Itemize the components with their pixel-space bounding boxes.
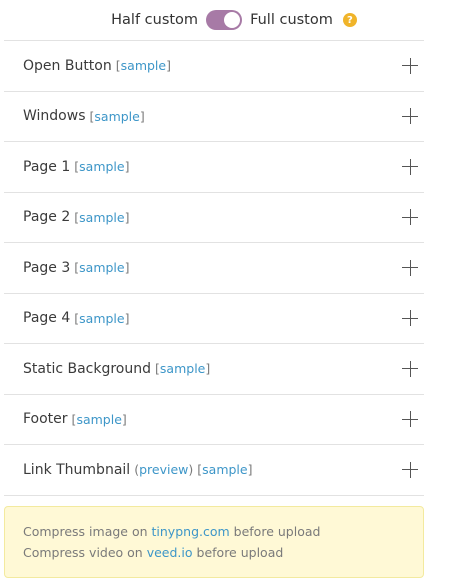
plus-icon[interactable]: [402, 259, 418, 276]
sample-link-wrap: [sample]: [74, 159, 130, 175]
full-custom-label[interactable]: Full custom: [250, 12, 333, 28]
section-label: Page 4: [23, 310, 71, 327]
section-open-button[interactable]: Open Button [sample]: [4, 41, 424, 92]
sample-link-wrap: [sample]: [74, 260, 130, 276]
plus-icon[interactable]: [402, 158, 418, 175]
sample-link[interactable]: sample: [79, 260, 124, 275]
mode-toggle[interactable]: [206, 10, 243, 30]
section-label: Footer: [23, 411, 68, 428]
sample-link[interactable]: sample: [79, 210, 124, 225]
preview-link[interactable]: preview: [139, 462, 188, 477]
section-label: Page 3: [23, 259, 71, 276]
plus-icon[interactable]: [402, 108, 418, 125]
mode-switch-bar: Half custom Full custom ?: [0, 0, 468, 40]
notice-text: Compress image on: [23, 523, 148, 539]
sample-link-wrap: [sample]: [74, 310, 130, 326]
plus-icon[interactable]: [402, 57, 418, 74]
toggle-knob: [224, 12, 241, 28]
notice-text: before upload: [233, 523, 321, 539]
section-link-thumbnail[interactable]: Link Thumbnail (preview) [sample]: [4, 445, 424, 496]
notice-text: Compress video on: [23, 544, 143, 560]
section-footer[interactable]: Footer [sample]: [4, 395, 424, 445]
notice-line-image: Compress image on tinypng.com before upl…: [23, 521, 405, 542]
tinypng-link[interactable]: tinypng.com: [152, 524, 230, 539]
help-icon[interactable]: ?: [342, 13, 357, 27]
plus-icon[interactable]: [402, 310, 418, 327]
section-label: Windows: [23, 108, 86, 125]
section-page-3[interactable]: Page 3 [sample]: [4, 243, 424, 294]
section-label: Page 2: [23, 209, 71, 226]
plus-icon[interactable]: [402, 209, 418, 226]
section-page-4[interactable]: Page 4 [sample]: [4, 294, 424, 344]
sample-link[interactable]: sample: [121, 58, 166, 73]
section-label: Link Thumbnail: [23, 461, 131, 478]
section-label: Static Background: [23, 360, 152, 377]
plus-icon[interactable]: [402, 411, 418, 428]
sample-link[interactable]: sample: [94, 109, 139, 124]
section-label: Page 1: [23, 158, 71, 175]
notice-line-video: Compress video on veed.io before upload: [23, 542, 405, 563]
sample-link-wrap: [sample]: [197, 462, 253, 478]
sample-link-wrap: [sample]: [155, 361, 211, 377]
sample-link[interactable]: sample: [202, 462, 247, 477]
sample-link[interactable]: sample: [160, 361, 205, 376]
half-custom-label[interactable]: Half custom: [111, 12, 198, 28]
preview-link-wrap: (preview): [134, 462, 194, 478]
section-label: Open Button: [23, 57, 112, 74]
compression-notice: Compress image on tinypng.com before upl…: [4, 505, 424, 578]
sample-link-wrap: [sample]: [115, 58, 171, 74]
sample-link[interactable]: sample: [79, 311, 124, 326]
sample-link-wrap: [sample]: [74, 209, 130, 225]
sample-link[interactable]: sample: [79, 159, 124, 174]
section-page-1[interactable]: Page 1 [sample]: [4, 142, 424, 193]
plus-icon[interactable]: [402, 461, 418, 478]
section-static-background[interactable]: Static Background [sample]: [4, 344, 424, 395]
section-windows[interactable]: Windows [sample]: [4, 92, 424, 142]
notice-text: before upload: [196, 544, 284, 560]
section-page-2[interactable]: Page 2 [sample]: [4, 193, 424, 243]
sample-link-wrap: [sample]: [89, 108, 145, 124]
sample-link[interactable]: sample: [76, 412, 121, 427]
sample-link-wrap: [sample]: [71, 411, 127, 427]
sections-list: Open Button [sample] Windows [sample] Pa…: [4, 40, 424, 496]
veed-link[interactable]: veed.io: [147, 545, 193, 560]
plus-icon[interactable]: [402, 360, 418, 377]
